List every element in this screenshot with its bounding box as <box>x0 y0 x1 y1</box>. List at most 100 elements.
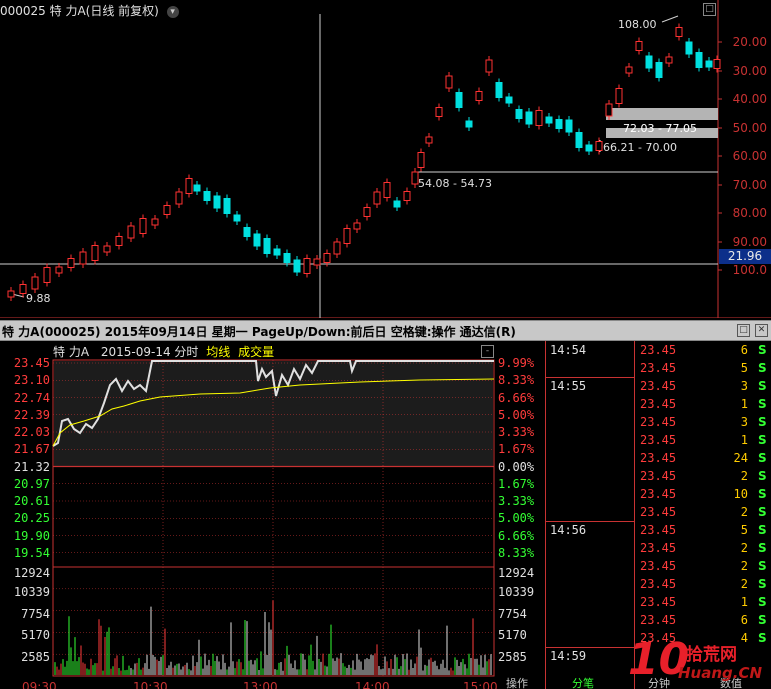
price-axis-label: 40.00 <box>732 92 767 106</box>
annotation-zone1: 54.08 - 54.73 <box>418 177 492 190</box>
candle-body <box>151 218 159 226</box>
candle-body <box>495 82 503 98</box>
price-axis-label: 30.00 <box>732 64 767 78</box>
high-pointer <box>661 15 679 23</box>
tick-side-flag: S <box>758 541 767 555</box>
candle-body <box>43 267 51 283</box>
price-label: 23.10 <box>13 373 50 388</box>
price-axis-label: 100.0 <box>732 263 767 277</box>
intraday-header: 特 力A 2015-09-14 分时 均线 成交量 <box>53 343 274 360</box>
close-icon[interactable]: ✕ <box>755 324 768 337</box>
current-price-box: 21.96 <box>719 249 771 264</box>
tick-price: 23.45 <box>640 595 677 609</box>
volume-label-right: 5170 <box>498 628 527 643</box>
tab-ticks[interactable]: 分笔 <box>572 678 594 689</box>
tick-side-flag: S <box>758 523 767 537</box>
candle-body <box>545 116 553 124</box>
candle-body <box>625 66 633 74</box>
price-axis-label: 20.00 <box>732 35 767 49</box>
candle-body <box>127 225 135 239</box>
volume-label-right: 10339 <box>498 584 535 599</box>
price-label: 20.25 <box>13 511 50 526</box>
tick-volume: 2 <box>740 559 748 573</box>
collapse-icon[interactable]: - <box>481 345 494 358</box>
price-label: 20.61 <box>13 494 50 508</box>
candle-body <box>605 103 613 117</box>
tick-price: 23.45 <box>640 343 677 357</box>
candle-body <box>303 258 311 274</box>
watermark-url: Huang.CN <box>678 664 763 682</box>
annotation-low: 9.88 <box>26 292 51 305</box>
minute-separator <box>546 521 634 522</box>
tick-time: 14:56 <box>550 523 587 537</box>
volume-label-right: 2585 <box>498 650 527 665</box>
annotation-zone2: 66.21 - 70.00 <box>603 141 677 154</box>
volume-label-left: 7754 <box>21 606 50 621</box>
maximize-icon[interactable]: □ <box>737 324 750 337</box>
intraday-avg-label: 均线 <box>206 345 231 359</box>
candle-body <box>175 191 183 205</box>
candle-body <box>455 92 463 108</box>
tick-price: 23.45 <box>640 451 677 465</box>
tick-price: 23.45 <box>640 433 677 447</box>
percent-label: 1.67% <box>498 442 535 457</box>
volume-label-left: 12924 <box>13 566 50 580</box>
maximize-icon[interactable]: □ <box>703 3 716 16</box>
tick-volume: 2 <box>740 577 748 591</box>
candle-body <box>55 266 63 274</box>
tick-side-flag: S <box>758 505 767 519</box>
tick-volume: 2 <box>740 505 748 519</box>
intraday-stock-name: 特 力A <box>53 345 90 359</box>
percent-label: 5.00% <box>498 511 535 526</box>
candle-body <box>555 119 563 129</box>
candle-body <box>333 241 341 255</box>
tick-price: 23.45 <box>640 505 677 519</box>
chevron-down-icon[interactable]: ▾ <box>166 5 179 18</box>
tick-price: 23.45 <box>640 415 677 429</box>
volume-label-left: 5170 <box>21 628 50 643</box>
price-axis-label: 70.00 <box>732 178 767 192</box>
tick-side-flag: S <box>758 559 767 573</box>
kline-chart[interactable] <box>0 0 771 318</box>
candle-body <box>91 245 99 261</box>
candle-body <box>705 60 713 68</box>
candle-body <box>595 141 603 151</box>
candle-body <box>363 207 371 217</box>
resistance-zone <box>606 108 718 120</box>
kline-chart-panel[interactable]: 000025 特 力A(日线 前复权) ▾ □ 108.00 9.88 54.0… <box>0 0 771 318</box>
candle-body <box>213 195 221 209</box>
tick-volume: 2 <box>740 541 748 555</box>
candle-body <box>445 75 453 89</box>
tick-side-flag: S <box>758 361 767 375</box>
tick-side-flag: S <box>758 613 767 627</box>
price-axis-label: 50.00 <box>732 121 767 135</box>
candle-body <box>79 251 87 265</box>
percent-label: 8.33% <box>498 545 535 560</box>
price-label: 22.74 <box>13 390 50 405</box>
tick-price: 23.45 <box>640 397 677 411</box>
percent-label: 6.66% <box>498 390 535 405</box>
tick-price: 23.45 <box>640 577 677 591</box>
candle-body <box>203 191 211 201</box>
tick-volume: 3 <box>740 415 748 429</box>
tick-side-flag: S <box>758 379 767 393</box>
volume-label-left: 10339 <box>13 584 50 599</box>
price-label: 19.90 <box>13 528 50 543</box>
percent-label: 6.66% <box>498 528 535 543</box>
intraday-chart-panel[interactable]: 特 力A 2015-09-14 分时 均线 成交量 - 23.45 9.99% 23… <box>0 341 545 689</box>
price-label: 20.97 <box>13 476 50 491</box>
candle-body <box>465 120 473 128</box>
candle-body <box>665 56 673 64</box>
kline-title-text: 000025 特 力A(日线 前复权) <box>0 4 159 18</box>
tab-operate[interactable]: 操作 <box>506 678 528 689</box>
candle-body <box>103 245 111 253</box>
candle-body <box>383 182 391 198</box>
candle-body <box>615 88 623 104</box>
tick-side-flag: S <box>758 469 767 483</box>
tick-volume: 1 <box>740 397 748 411</box>
candle-body <box>283 253 291 263</box>
intraday-chart[interactable] <box>0 341 545 689</box>
candle-body <box>635 41 643 51</box>
candle-body <box>7 290 15 298</box>
tick-volume: 2 <box>740 469 748 483</box>
